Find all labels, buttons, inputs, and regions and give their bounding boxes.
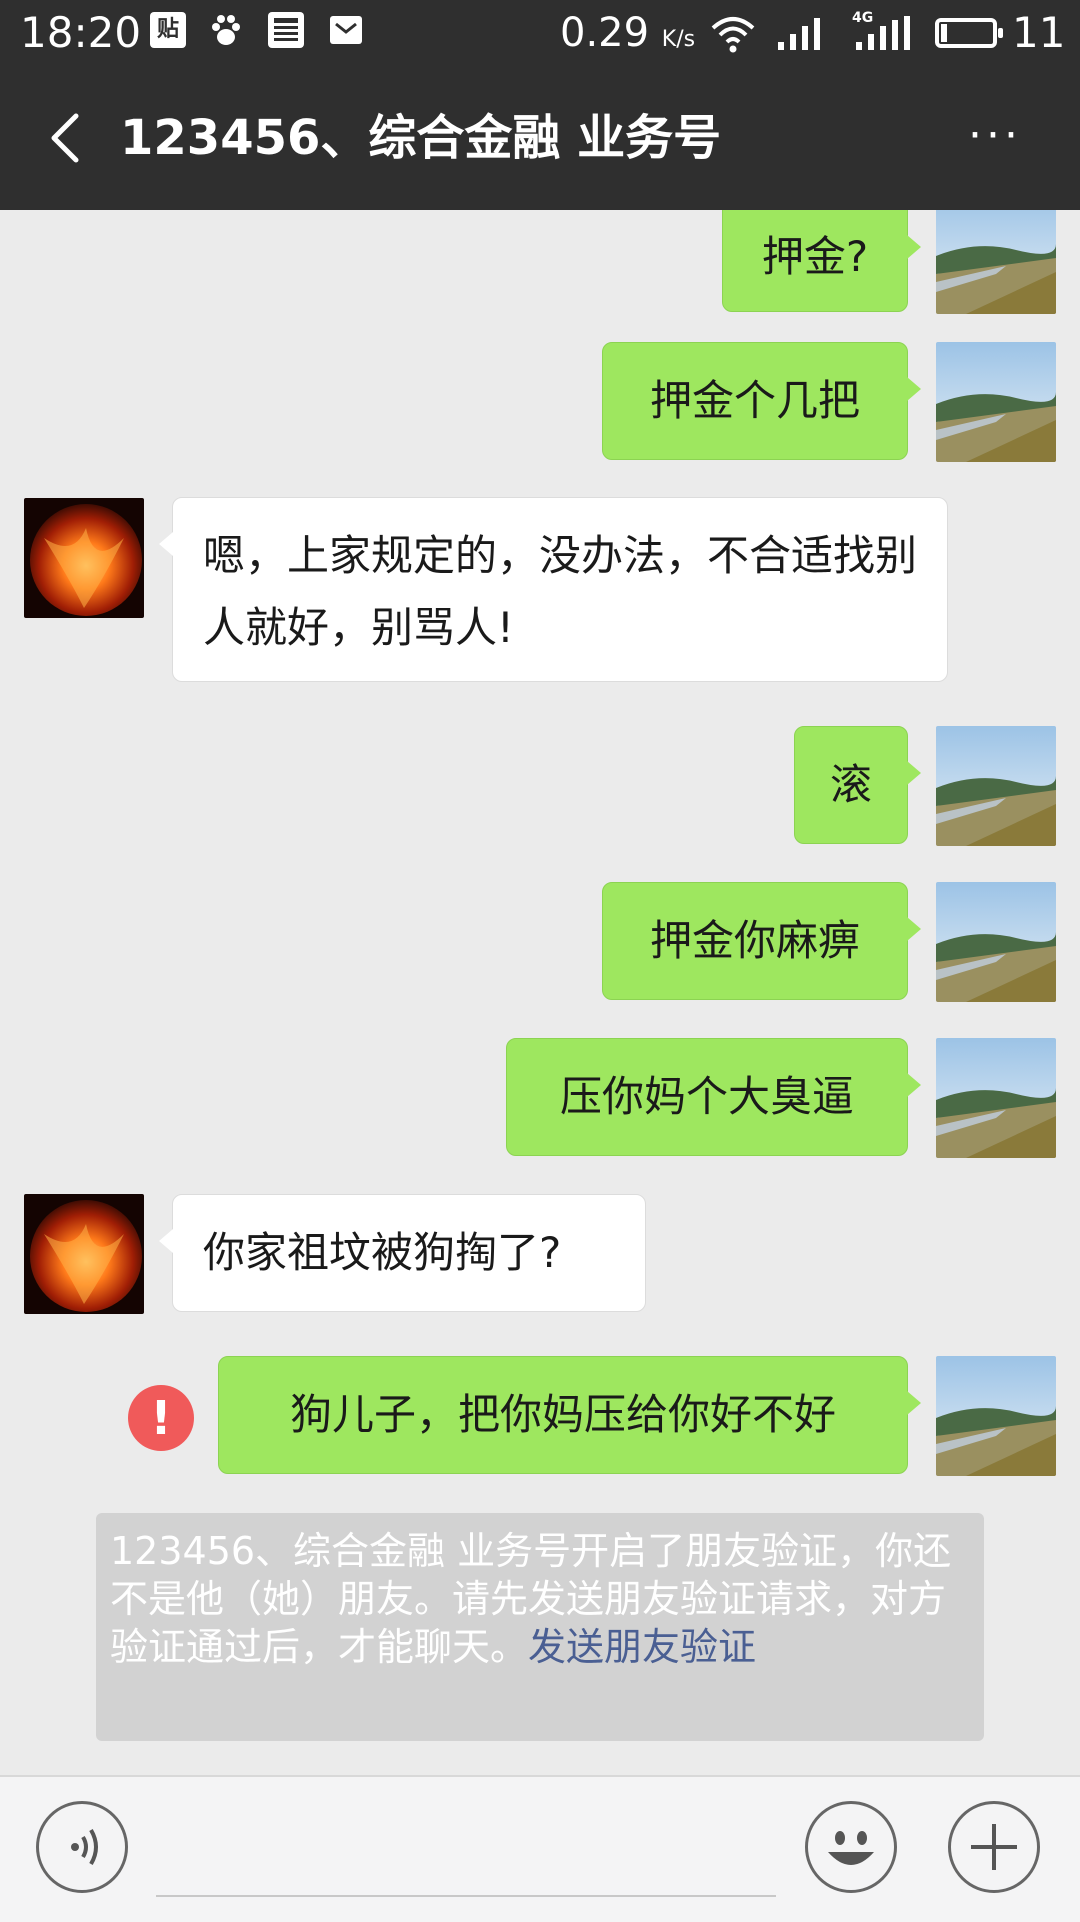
message-bubble-outgoing[interactable]: 滚 [794, 726, 921, 844]
message-bubble-outgoing[interactable]: 押金个几把 [602, 342, 921, 460]
status-bar: 18:20 贴 0.29 K/s 4G 11 [0, 0, 1080, 66]
back-arrow-icon[interactable] [40, 110, 96, 166]
baidu-paw-icon [208, 12, 244, 48]
signal-icon [778, 18, 820, 50]
chat-title: 123456、综合金融 业务号 [120, 110, 722, 166]
message-input[interactable] [156, 1895, 776, 1897]
input-bar [0, 1775, 1080, 1922]
message-bubble-outgoing-failed[interactable]: 狗儿子，把你妈压给你好不好 [218, 1356, 921, 1474]
network-speed: 0.29 K/s [560, 10, 696, 56]
mail-icon [328, 12, 364, 48]
message-bubble-outgoing[interactable]: 压你妈个大臭逼 [506, 1038, 921, 1156]
message-bubble-outgoing[interactable]: 押金你麻痹 [602, 882, 921, 1000]
message-bubble-outgoing[interactable]: 押金? [722, 210, 921, 312]
friend-verification-notice: 123456、综合金融 业务号开启了朋友验证，你还不是他（她）朋友。请先发送朋友… [96, 1513, 984, 1741]
chat-header: 123456、综合金融 业务号 ··· [0, 66, 1080, 210]
contact-avatar[interactable] [24, 498, 144, 618]
emoji-icon[interactable] [805, 1801, 897, 1893]
self-avatar[interactable] [936, 210, 1056, 314]
self-avatar[interactable] [936, 1356, 1056, 1476]
status-time: 18:20 [20, 8, 142, 57]
wifi-icon [711, 17, 755, 53]
more-options-icon[interactable]: ··· [960, 114, 1030, 158]
battery-icon [935, 18, 1003, 48]
self-avatar[interactable] [936, 882, 1056, 1002]
message-list[interactable]: 押金? 押金个几把 嗯，上家规定的，没办法，不合适找别人就好，别骂人! 滚 押金… [0, 210, 1080, 1775]
send-verification-link[interactable]: 发送朋友验证 [528, 1625, 756, 1669]
message-bubble-incoming[interactable]: 嗯，上家规定的，没办法，不合适找别人就好，别骂人! [159, 497, 948, 682]
contact-avatar[interactable] [24, 1194, 144, 1314]
self-avatar[interactable] [936, 726, 1056, 846]
news-icon [268, 12, 304, 48]
self-avatar[interactable] [936, 342, 1056, 462]
self-avatar[interactable] [936, 1038, 1056, 1158]
plus-icon[interactable] [948, 1801, 1040, 1893]
voice-icon[interactable] [36, 1801, 128, 1893]
send-failed-icon[interactable]: ! [128, 1385, 194, 1451]
battery-level: 11 [1012, 8, 1066, 57]
message-bubble-incoming[interactable]: 你家祖坟被狗掏了? [159, 1194, 646, 1312]
tieba-icon: 贴 [150, 12, 186, 48]
signal-4g-icon [856, 16, 910, 50]
